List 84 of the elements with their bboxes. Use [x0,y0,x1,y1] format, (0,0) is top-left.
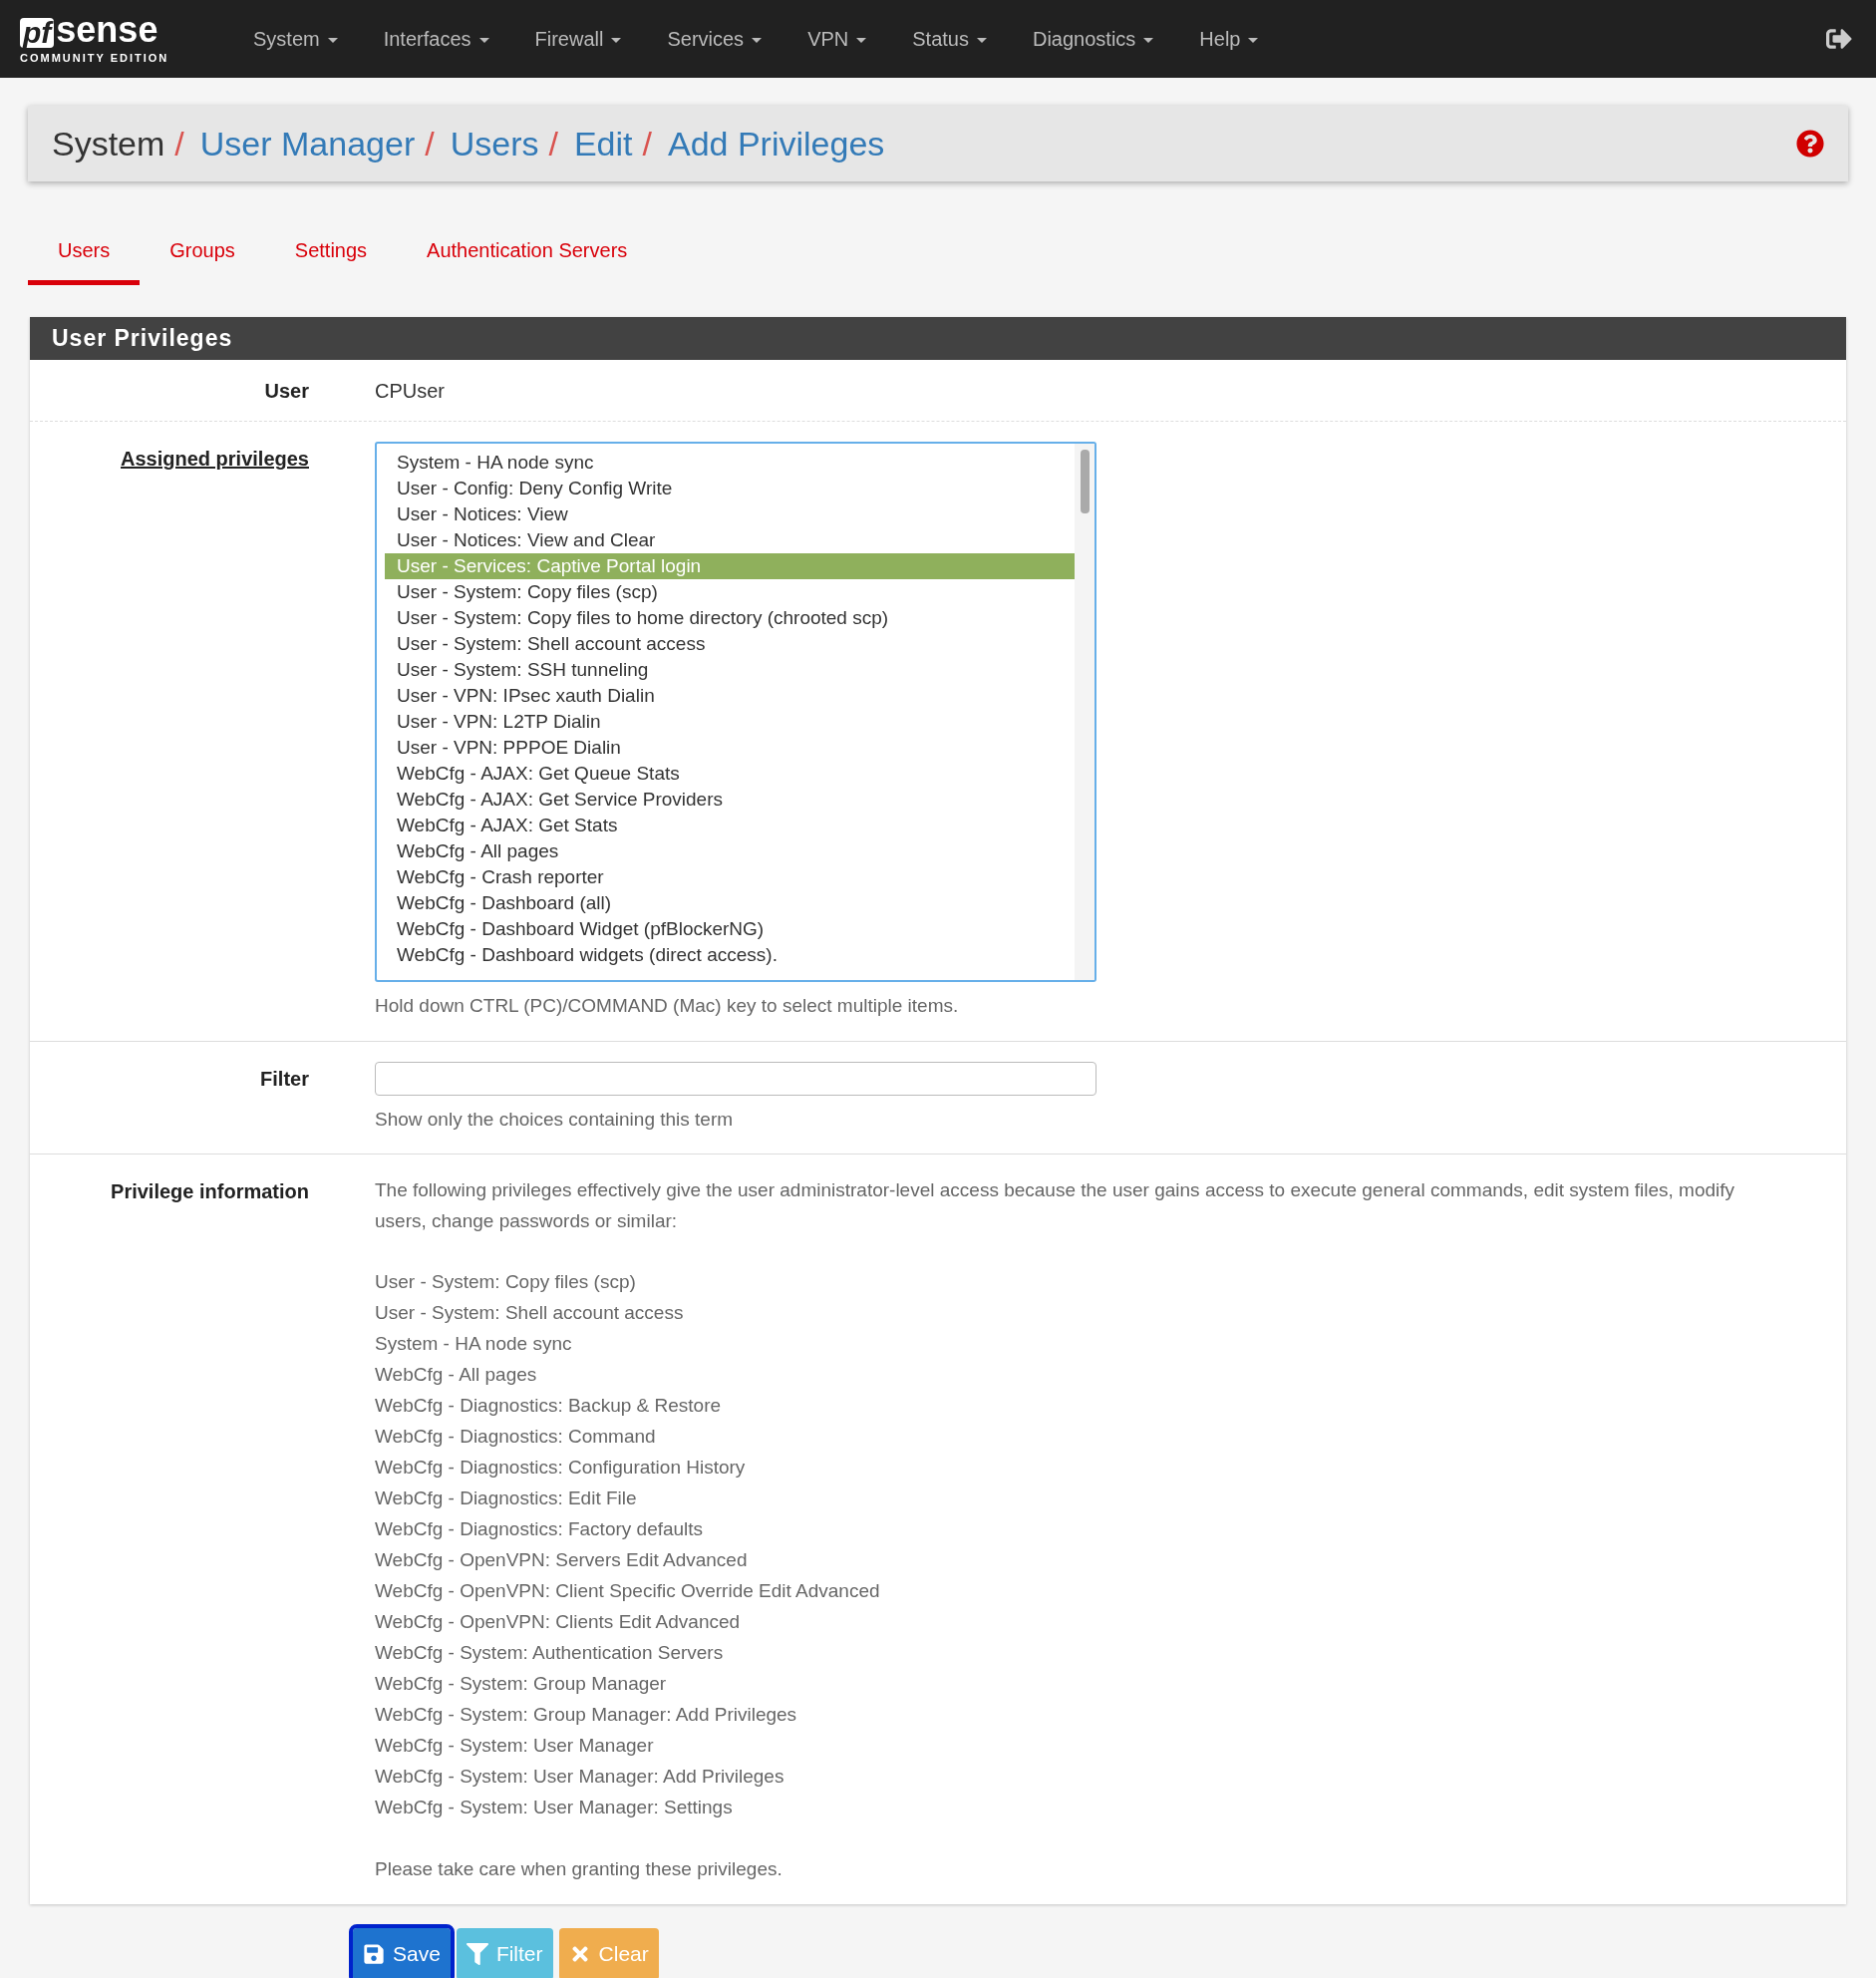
scrollbar[interactable] [1075,444,1094,980]
privilege-option[interactable]: WebCfg - Dashboard Widget (pfBlockerNG) [385,916,1075,942]
caret-icon [1143,38,1154,44]
nav-menu[interactable]: Status [894,24,1005,54]
breadcrumb-link[interactable]: Users [450,118,539,169]
breadcrumb-separator: / [642,123,652,165]
nav-menu[interactable]: Interfaces [365,24,507,54]
privilege-info-item: WebCfg - OpenVPN: Client Specific Override Edit Advanced [375,1579,881,1603]
privilege-info-item: User - System: Copy files (scp) [375,1270,637,1294]
caret-icon [856,38,867,44]
privilege-listbox[interactable] [375,442,1096,982]
breadcrumb-separator: / [174,123,184,165]
privilege-option[interactable]: User - System: Copy files (scp) [385,579,1075,605]
privilege-option[interactable]: WebCfg - Dashboard (all) [385,890,1075,916]
privilege-option[interactable]: User - Notices: View [385,501,1075,527]
caret-icon [1248,38,1259,44]
help-text: Show only the choices containing this term [375,1107,735,1132]
tab[interactable]: Authentication Servers [397,227,658,285]
privilege-info-item: WebCfg - System: User Manager: Settings [375,1796,734,1819]
filter-icon [466,1943,488,1965]
privilege-option[interactable]: WebCfg - Crash reporter [385,864,1075,890]
privilege-info-item: WebCfg - OpenVPN: Servers Edit Advanced [375,1548,749,1572]
nav-menu[interactable]: VPN [789,24,885,54]
field-label: Privilege information [111,1180,309,1202]
nav-menu[interactable]: Firewall [516,24,640,54]
privilege-info-item: WebCfg - Diagnostics: Backup & Restore [375,1394,723,1418]
field-label: Filter [260,1067,309,1090]
caret-icon [478,38,489,44]
privilege-option[interactable]: User - VPN: IPsec xauth Dialin [385,683,1075,709]
privilege-info-item: System - HA node sync [375,1332,573,1356]
privilege-info-item: WebCfg - System: Group Manager [375,1672,668,1696]
breadcrumb-separator: / [425,123,435,165]
privilege-info-item: WebCfg - Diagnostics: Edit File [375,1486,638,1510]
privilege-info-item: WebCfg - System: User Manager: Add Privileges [375,1765,785,1789]
privilege-option[interactable]: User - VPN: L2TP Dialin [385,709,1075,735]
privilege-option[interactable]: User - System: Copy files to home directory (chrooted scp) [385,605,1075,631]
breadcrumb-separator: / [548,123,558,165]
panel-header: User Privileges [30,317,1846,360]
privilege-option[interactable]: User - Config: Deny Config Write [385,476,1075,501]
filter-field[interactable] [375,1061,1096,1096]
privilege-info-item: WebCfg - Diagnostics: Command [375,1425,657,1449]
help-icon[interactable] [1796,130,1824,158]
breadcrumb-text: System [52,123,165,165]
privilege-info-item: WebCfg - OpenVPN: Clients Edit Advanced [375,1610,742,1634]
caret-icon [327,38,338,44]
tab[interactable]: Settings [264,227,398,285]
field-label: Assigned privileges [121,448,309,470]
breadcrumb-link[interactable]: Add Privileges [668,118,885,169]
privilege-option[interactable]: User - VPN: PPPOE Dialin [385,735,1075,761]
nav-menu[interactable]: Services [649,24,781,54]
privilege-option[interactable]: User - System: SSH tunneling [385,657,1075,683]
privilege-option[interactable]: User - System: Shell account access [385,631,1075,657]
help-text: Hold down CTRL (PC)/COMMAND (Mac) key to select multiple items. [375,994,960,1018]
info-paragraph: The following privileges effectively give the user administrator-level access because the user gains access to execute general commands, edit system files, modify users, change passwords or similar: [375,1178,1736,1233]
caret-icon [611,38,622,44]
privilege-info-item: WebCfg - Diagnostics: Factory defaults [375,1517,705,1541]
privilege-info-item: WebCfg - System: User Manager [375,1734,655,1758]
nav-menu[interactable]: Diagnostics [1014,24,1172,54]
caret-icon [752,38,763,44]
privilege-option[interactable]: WebCfg - AJAX: Get Stats [385,813,1075,838]
nav-menu[interactable]: Help [1181,24,1277,54]
nav-menu[interactable]: System [235,24,356,54]
logout-icon[interactable] [1826,26,1852,52]
privilege-info-item: WebCfg - All pages [375,1363,538,1387]
privilege-info-item: WebCfg - System: Group Manager: Add Privileges [375,1703,798,1727]
logo: pfsense COMMUNITY EDITION [20,11,170,66]
privilege-info-item: User - System: Shell account access [375,1301,685,1325]
breadcrumb-link[interactable]: User Manager [199,118,416,169]
privilege-option[interactable]: WebCfg - AJAX: Get Service Providers [385,787,1075,813]
warning-note: Please take care when granting these privileges. [375,1857,783,1881]
privilege-info-item: WebCfg - Diagnostics: Configuration History [375,1456,747,1480]
privilege-option[interactable]: User - Notices: View and Clear [385,527,1075,553]
privilege-option[interactable]: WebCfg - AJAX: Get Queue Stats [385,761,1075,787]
user-value: CPUser [374,378,445,404]
privilege-option[interactable]: System - HA node sync [385,450,1075,476]
field-label: User [264,379,309,402]
save-icon [363,1943,385,1965]
tab[interactable]: Users [28,227,141,285]
privilege-option[interactable]: WebCfg - All pages [385,838,1075,864]
caret-icon [976,38,987,44]
privilege-info-item: WebCfg - System: Authentication Servers [375,1641,725,1665]
privilege-option[interactable]: WebCfg - Dashboard widgets (direct access). [385,942,1075,968]
tab[interactable]: Groups [140,227,265,285]
breadcrumb-link[interactable]: Edit [573,118,633,169]
